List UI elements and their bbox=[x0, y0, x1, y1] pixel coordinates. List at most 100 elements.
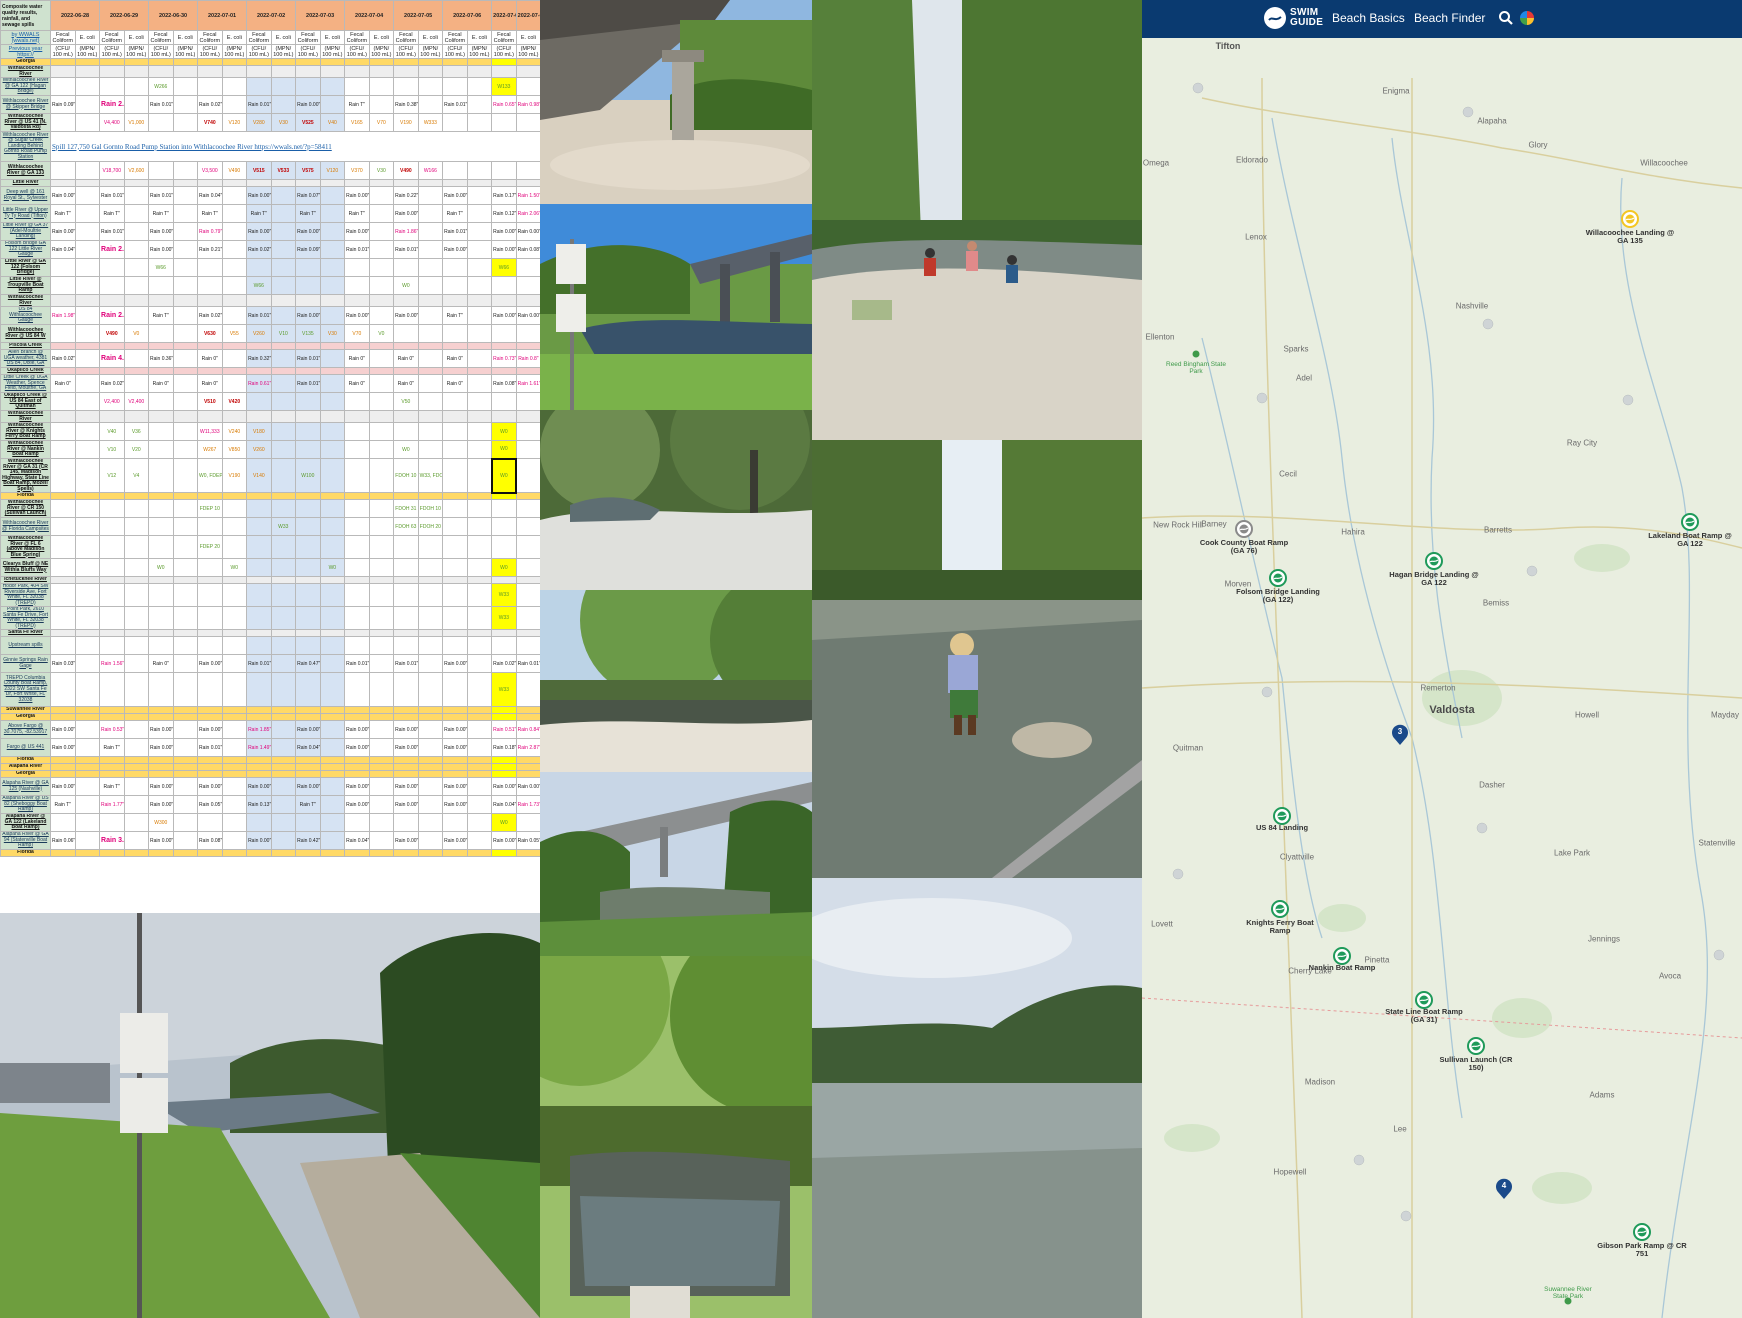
site-name[interactable]: Clearys Bluff @ NE Withla Bluffs Way bbox=[0, 558, 51, 577]
nav-beach-basics[interactable]: Beach Basics bbox=[1332, 11, 1405, 25]
table-cell bbox=[99, 58, 125, 66]
table-cell bbox=[344, 558, 370, 577]
table-cell bbox=[74, 756, 101, 764]
site-name[interactable]: Florida bbox=[0, 492, 51, 500]
table-cell bbox=[221, 95, 248, 114]
beach-marker-label[interactable]: Willacoochee Landing @ GA 135 bbox=[1585, 229, 1675, 245]
site-name[interactable]: Point Park, 2610 Santa Fe Drive, Fort Wh… bbox=[0, 606, 51, 630]
search-icon[interactable] bbox=[1498, 10, 1514, 26]
site-name[interactable]: Alapaha River @ US 82 (Sheboggy Boat Ram… bbox=[0, 795, 51, 814]
beach-marker-icon[interactable] bbox=[1271, 900, 1289, 918]
previous-year-link[interactable]: Previous year https:// bbox=[0, 44, 51, 59]
site-name[interactable]: Upstream spills bbox=[0, 636, 51, 655]
site-name[interactable]: Withlacoochee River bbox=[0, 65, 51, 78]
site-name[interactable]: Hodor Park, 404 SW Riverside Ave, Fort W… bbox=[0, 583, 51, 607]
beach-marker-label[interactable]: Folsom Bridge Landing (GA 122) bbox=[1233, 588, 1323, 604]
site-name[interactable]: Withlacoochee River @ GA 133 bbox=[0, 161, 51, 180]
site-name[interactable]: Withlacoochee River @ GA 122 (Hagan Brid… bbox=[0, 77, 51, 96]
site-name[interactable]: Withlacoochee River @ Knights Ferry Boat… bbox=[0, 422, 51, 441]
beach-marker-label[interactable]: Knights Ferry Boat Ramp bbox=[1235, 919, 1325, 935]
nav-beach-finder[interactable]: Beach Finder bbox=[1414, 11, 1485, 25]
beach-marker-icon[interactable] bbox=[1681, 513, 1699, 531]
beach-marker-label[interactable]: Gibson Park Ramp @ CR 751 bbox=[1597, 1242, 1687, 1258]
swim-guide-logo[interactable]: SWIM GUIDE bbox=[1264, 7, 1323, 29]
beach-marker-icon[interactable] bbox=[1467, 1037, 1485, 1055]
beach-marker-label[interactable]: Hagan Bridge Landing @ GA 122 bbox=[1389, 571, 1479, 587]
site-name[interactable]: Little River @ GA 37 (Adel-Moultrie Land… bbox=[0, 222, 51, 241]
site-name[interactable]: Georgia bbox=[0, 770, 51, 778]
cluster-count: 4 bbox=[1501, 1181, 1507, 1190]
site-name[interactable]: Santa Fe River bbox=[0, 629, 51, 637]
beach-marker-label[interactable]: State Line Boat Ramp (GA 31) bbox=[1379, 1008, 1469, 1024]
site-name[interactable]: Georgia bbox=[0, 713, 51, 721]
site-name[interactable]: Little Creek @ UGA Weather, Spence Field… bbox=[0, 374, 51, 393]
site-name[interactable]: Withlacoochee River @ Florida Campsites bbox=[0, 517, 51, 536]
table-cell bbox=[74, 499, 101, 518]
table-corner-link[interactable]: by WWALS (wwals.net) bbox=[0, 30, 51, 45]
site-name[interactable]: Withlacoochee River @ US 84 W bbox=[0, 324, 51, 343]
beach-marker-icon[interactable] bbox=[1235, 520, 1253, 538]
table-cell: Rain 0.00" bbox=[246, 777, 272, 796]
site-name[interactable]: Piscola Creek bbox=[0, 342, 51, 350]
site-name[interactable]: Withlacoochee River @ Skipper Bridge bbox=[0, 95, 51, 114]
site-name[interactable]: Withlacoochee River bbox=[0, 410, 51, 423]
beach-marker-label[interactable]: Sullivan Launch (CR 150) bbox=[1431, 1056, 1521, 1072]
language-icon[interactable] bbox=[1520, 11, 1534, 25]
site-name[interactable]: Little River @ Troupville Boat Ramp bbox=[0, 276, 51, 295]
beach-marker-icon[interactable] bbox=[1621, 210, 1639, 228]
beach-marker-icon[interactable] bbox=[1633, 1223, 1651, 1241]
site-name[interactable]: Alapaha River bbox=[0, 763, 51, 771]
table-cell bbox=[466, 576, 493, 584]
beach-marker-label[interactable]: Nankin Boat Ramp bbox=[1297, 964, 1387, 972]
site-name[interactable]: Withlacoochee River @ GA 31 (CR 145, Mad… bbox=[0, 458, 51, 493]
site-name[interactable]: Folsom Bridge GA 122 Little River Gauge bbox=[0, 240, 51, 259]
map-canvas[interactable]: Tifton Enigma Alapaha Glory Omega Eldorado Wil… bbox=[1142, 38, 1742, 1318]
site-name[interactable]: Florida bbox=[0, 849, 51, 857]
site-name[interactable]: Little River bbox=[0, 179, 51, 187]
site-name[interactable]: Little River @ GA 122 (Folsom Bridge) bbox=[0, 258, 51, 277]
site-name[interactable]: Suwannee River bbox=[0, 706, 51, 714]
beach-marker-label[interactable]: Cook County Boat Ramp (GA 76) bbox=[1199, 539, 1289, 555]
table-cell: Rain 0.00" bbox=[50, 720, 76, 739]
spill-report-link[interactable]: Spill 127,750 Gal Gornto Road Pump Stati… bbox=[49, 131, 540, 162]
beach-marker-label[interactable]: Lakeland Boat Ramp @ GA 122 bbox=[1645, 532, 1735, 548]
site-name[interactable]: Okapilco Creek bbox=[0, 367, 51, 375]
site-name[interactable]: Above Fargo @ 30.7075, -82.53917 bbox=[0, 720, 51, 739]
site-name[interactable]: TREPD Columbia County Boat Ramp, 2322 SW… bbox=[0, 672, 51, 707]
site-name[interactable]: Okapilco Creek @ US 84 East of Quitman bbox=[0, 392, 51, 411]
site-name[interactable]: Florida bbox=[0, 756, 51, 764]
site-name[interactable]: Withlacoochee River @ US 41 (N. Valdosta… bbox=[0, 113, 51, 132]
site-name[interactable]: Alapaha River @ GA 125 (Nashville) bbox=[0, 777, 51, 796]
site-name[interactable]: Little River @ Upper Ty Ty Road (Tifton) bbox=[0, 204, 51, 223]
cell-value: V40 bbox=[107, 428, 117, 435]
site-row: Withlacoochee River @ Sugar Creek Landin… bbox=[0, 131, 540, 162]
site-name[interactable]: Ichetucknee River bbox=[0, 576, 51, 584]
site-name[interactable]: Fargo @ US 441 bbox=[0, 738, 51, 757]
site-name[interactable]: Withlacoochee River @ FL 6 (above Madiso… bbox=[0, 535, 51, 559]
site-name[interactable]: Ginnie Springs Rain Gage bbox=[0, 654, 51, 673]
cluster-marker-icon[interactable]: 3 bbox=[1390, 724, 1410, 745]
cell-value: W300 bbox=[154, 819, 168, 826]
cell-value: V0 bbox=[378, 330, 385, 337]
site-name[interactable]: Deep well @ 161 Royal St., Sylvester bbox=[0, 186, 51, 205]
swim-guide-map[interactable]: SWIM GUIDE Beach Basics Beach Finder Tif… bbox=[1142, 0, 1742, 1318]
site-name[interactable]: Alapaha River @ GA 122 (Lakeland Boat Ra… bbox=[0, 813, 51, 832]
beach-marker-icon[interactable] bbox=[1269, 569, 1287, 587]
site-name[interactable]: US 84 Withlacoochee Gauge bbox=[0, 306, 51, 325]
site-name[interactable]: Withlacoochee River @ CR 150 (Sullivan L… bbox=[0, 499, 51, 518]
col-units: (MPN/ 100 mL) bbox=[417, 44, 444, 59]
table-cell bbox=[221, 629, 248, 637]
table-cell bbox=[491, 276, 517, 295]
site-name[interactable]: Allen Branch @ UGA weather, 4381 US 84, … bbox=[0, 349, 51, 368]
col-header-fecal: Fecal Coliform bbox=[246, 30, 272, 45]
table-cell: FDOH 10 bbox=[393, 458, 419, 493]
site-name[interactable]: Alapaha River @ GA 94 (Statenville Boat … bbox=[0, 831, 51, 850]
site-name[interactable]: Withlacoochee River @ Nankin Boat Ramp bbox=[0, 440, 51, 459]
beach-marker-icon[interactable] bbox=[1425, 552, 1443, 570]
site-name[interactable]: Georgia bbox=[0, 58, 51, 66]
beach-marker-label[interactable]: US 84 Landing bbox=[1237, 824, 1327, 832]
cluster-marker-icon[interactable]: 4 bbox=[1494, 1178, 1514, 1199]
site-name[interactable]: Withlacoochee River bbox=[0, 294, 51, 307]
table-cell bbox=[270, 58, 297, 66]
site-name[interactable]: Withlacoochee River @ Sugar Creek Landin… bbox=[0, 131, 51, 162]
